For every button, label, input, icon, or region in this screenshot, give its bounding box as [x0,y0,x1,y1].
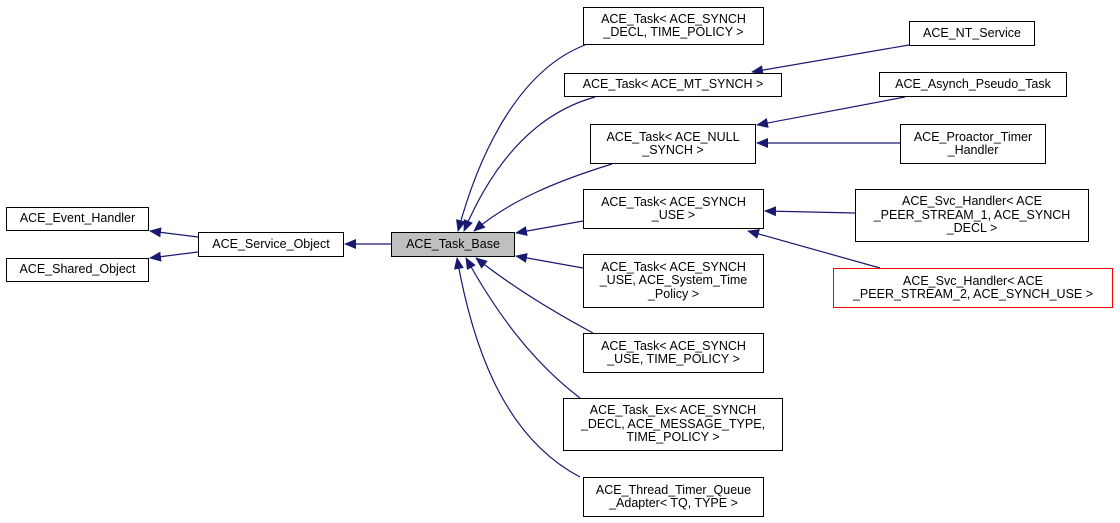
node-ace-asynch-pseudo-task[interactable]: ACE_Asynch_Pseudo_Task [879,72,1067,97]
node-label: ACE_Svc_Handler< ACE _PEER_STREAM_1, ACE… [873,194,1071,236]
node-label: ACE_Svc_Handler< ACE _PEER_STREAM_2, ACE… [852,273,1094,301]
node-label: ACE_Proactor_Timer _Handler [913,129,1033,157]
node-ace-proactor-timer-handler[interactable]: ACE_Proactor_Timer _Handler [900,124,1046,164]
edge-task_mt_synch-to-task_base [463,96,596,232]
node-ace-svc-handler-peer-stream-2[interactable]: ACE_Svc_Handler< ACE _PEER_STREAM_2, ACE… [833,268,1113,308]
node-label: ACE_Task< ACE_SYNCH _USE, TIME_POLICY > [601,338,746,366]
edge-asynch_pseudo_task-to-task_null_synch [756,96,906,128]
edge-nt_service-to-task_mt_synch [751,44,910,76]
node-ace-service-object[interactable]: ACE_Service_Object [198,232,344,257]
node-label: ACE_NT_Service [923,25,1021,40]
node-ace-nt-service[interactable]: ACE_NT_Service [909,21,1035,46]
node-ace-task-synch-use[interactable]: ACE_Task< ACE_SYNCH _USE > [583,189,764,229]
edge-task_synch_use-to-task_base [515,220,584,236]
node-ace-task-base: ACE_Task_Base [391,232,515,257]
node-ace-task-ex[interactable]: ACE_Task_Ex< ACE_SYNCH _DECL, ACE_MESSAG… [563,398,783,451]
edge-task_synch_use_stp-to-task_base [515,253,584,269]
node-ace-task-synch-decl-time-policy[interactable]: ACE_Task< ACE_SYNCH _DECL, TIME_POLICY > [583,7,764,45]
node-label: ACE_Asynch_Pseudo_Task [895,76,1051,91]
node-ace-task-synch-use-time-policy[interactable]: ACE_Task< ACE_SYNCH _USE, TIME_POLICY > [583,333,764,373]
edge-task_ex-to-task_base [465,257,581,399]
edge-service_object-to-shared_object [149,251,199,262]
node-label: ACE_Task< ACE_NULL _SYNCH > [606,129,740,157]
node-label: ACE_Event_Handler [19,211,136,226]
node-ace-event-handler[interactable]: ACE_Event_Handler [6,207,149,231]
node-ace-thread-timer-queue-adapter[interactable]: ACE_Thread_Timer_Queue _Adapter< TQ, TYP… [583,477,764,517]
node-ace-task-null-synch[interactable]: ACE_Task< ACE_NULL _SYNCH > [590,124,756,164]
edge-service_object-to-event_handler [149,227,199,238]
node-ace-svc-handler-peer-stream-1[interactable]: ACE_Svc_Handler< ACE _PEER_STREAM_1, ACE… [855,189,1089,242]
edge-svc_handler_1-to-task_synch_use [764,206,856,217]
node-label: ACE_Thread_Timer_Queue _Adapter< TQ, TYP… [595,482,752,510]
node-ace-task-synch-use-system-time-policy[interactable]: ACE_Task< ACE_SYNCH _USE, ACE_System_Tim… [583,254,764,308]
edge-task_synch_use_tp-to-task_base [475,257,594,334]
node-label: ACE_Service_Object [212,236,330,251]
node-ace-task-mt-synch[interactable]: ACE_Task< ACE_MT_SYNCH > [564,73,782,97]
node-label: ACE_Task< ACE_SYNCH _USE > [601,194,746,222]
node-ace-shared-object[interactable]: ACE_Shared_Object [6,258,149,282]
edge-thread_timer_queue_adapter-to-task_base [453,257,581,478]
node-label: ACE_Task_Ex< ACE_SYNCH _DECL, ACE_MESSAG… [580,403,766,445]
node-label: ACE_Shared_Object [19,262,136,277]
node-label: ACE_Task< ACE_MT_SYNCH > [582,77,764,92]
node-label: ACE_Task< ACE_SYNCH _USE, ACE_System_Tim… [599,259,748,301]
node-label: ACE_Task_Base [406,236,500,251]
node-label: ACE_Task< ACE_SYNCH _DECL, TIME_POLICY > [601,11,746,39]
